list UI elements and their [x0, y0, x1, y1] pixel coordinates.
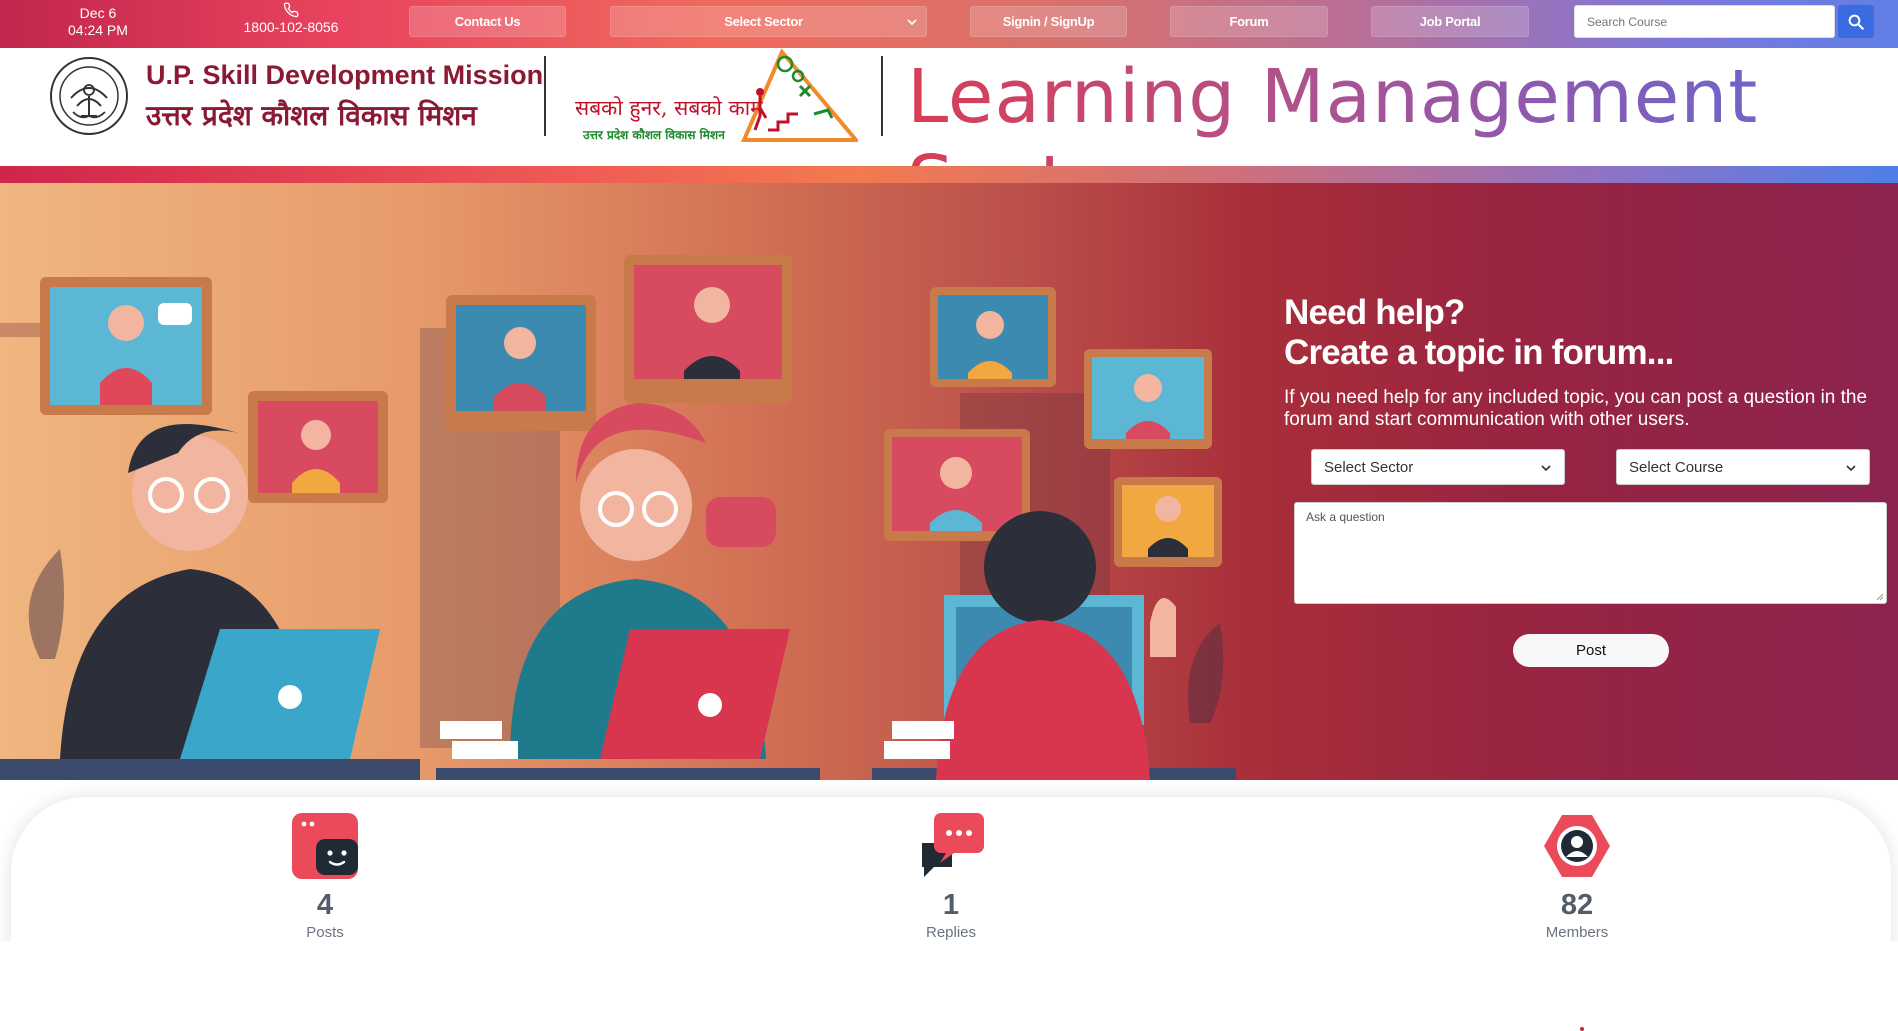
stat-posts: 4 Posts — [245, 811, 405, 941]
stat-label: Replies — [925, 924, 977, 941]
online-learning-illustration — [0, 255, 1236, 780]
stat-members: 82 Members — [1497, 811, 1657, 941]
date-text: Dec 6 — [79, 5, 117, 21]
forum-sector-select[interactable]: Select Sector — [1311, 449, 1565, 485]
chat-face-icon — [292, 813, 358, 879]
header-divider — [881, 56, 883, 136]
stat-replies: 1 Replies — [871, 811, 1031, 941]
stat-value: 82 — [1560, 889, 1594, 921]
chevron-down-icon — [1541, 465, 1551, 472]
post-button[interactable]: Post — [1513, 634, 1669, 667]
phone-number: 1800-102-8056 — [243, 19, 339, 35]
search-icon — [1848, 14, 1864, 30]
forum-heading-line1: Need help? — [1284, 293, 1465, 332]
video-frame — [930, 287, 1056, 387]
stat-label: Posts — [306, 924, 344, 941]
select-sector-label: Select Sector — [724, 14, 803, 29]
replies-bubble-icon — [922, 813, 984, 877]
phone-contact[interactable]: 1800-102-8056 — [236, 2, 346, 35]
video-frame — [624, 255, 792, 403]
forum-course-select-label: Select Course — [1629, 458, 1724, 476]
ask-question-placeholder: Ask a question — [1306, 510, 1385, 524]
stat-label: Members — [1545, 924, 1609, 941]
site-header: U.P. Skill Development Mission उत्तर प्र… — [0, 48, 1898, 226]
video-frame — [248, 391, 388, 503]
chevron-down-icon — [907, 19, 917, 26]
job-portal-button[interactable]: Job Portal — [1371, 6, 1529, 37]
forum-heading-line2: Create a topic in forum... — [1284, 333, 1674, 372]
tagline-subtitle: उत्तर प्रदेश कौशल विकास मिशन — [583, 128, 725, 142]
stat-value: 1 — [942, 889, 960, 921]
member-hexagon-icon — [1544, 815, 1610, 877]
top-bar: Dec 6 04:24 PM 1800-102-8056 Contact Us … — [0, 0, 1898, 48]
tagline-hindi: सबको हुनर, सबको काम — [575, 96, 763, 120]
post-button-label: Post — [1575, 642, 1606, 659]
video-frame — [1114, 477, 1222, 567]
page-bottom-area — [0, 941, 1898, 1031]
search-course-input[interactable] — [1574, 5, 1835, 38]
forum-label: Forum — [1229, 14, 1269, 29]
job-portal-label: Job Portal — [1419, 14, 1481, 29]
red-dot-marker — [1580, 1027, 1584, 1031]
select-sector-dropdown[interactable]: Select Sector — [610, 6, 927, 37]
signin-signup-button[interactable]: Signin / SignUp — [970, 6, 1127, 37]
forum-sector-select-label: Select Sector — [1324, 458, 1414, 476]
signin-label: Signin / SignUp — [1002, 14, 1095, 29]
forum-course-select[interactable]: Select Course — [1616, 449, 1870, 485]
resize-grip-icon[interactable] — [1874, 591, 1884, 601]
header-divider — [544, 56, 546, 136]
phone-icon — [283, 2, 299, 18]
forum-button[interactable]: Forum — [1170, 6, 1328, 37]
ask-question-textarea[interactable]: Ask a question — [1294, 502, 1887, 604]
time-text: 04:24 PM — [68, 22, 128, 38]
video-frame — [1084, 349, 1212, 449]
up-emblem-icon — [50, 57, 128, 135]
video-frame — [446, 295, 596, 431]
org-name-english: U.P. Skill Development Mission — [146, 60, 544, 90]
video-frame — [40, 277, 212, 415]
contact-us-button[interactable]: Contact Us — [409, 6, 566, 37]
chevron-down-icon — [1846, 465, 1856, 472]
stat-value: 4 — [316, 889, 334, 921]
gradient-strip — [0, 166, 1898, 183]
search-button[interactable] — [1838, 5, 1874, 38]
forum-heading: Need help? Create a topic in forum... — [1284, 293, 1674, 373]
date-time: Dec 6 04:24 PM — [68, 5, 128, 39]
org-name-hindi: उत्तर प्रदेश कौशल विकास मिशन — [146, 99, 477, 132]
contact-us-label: Contact Us — [454, 14, 521, 29]
hero-section: Need help? Create a topic in forum... If… — [0, 183, 1898, 780]
forum-description: If you need help for any included topic,… — [1284, 387, 1868, 430]
